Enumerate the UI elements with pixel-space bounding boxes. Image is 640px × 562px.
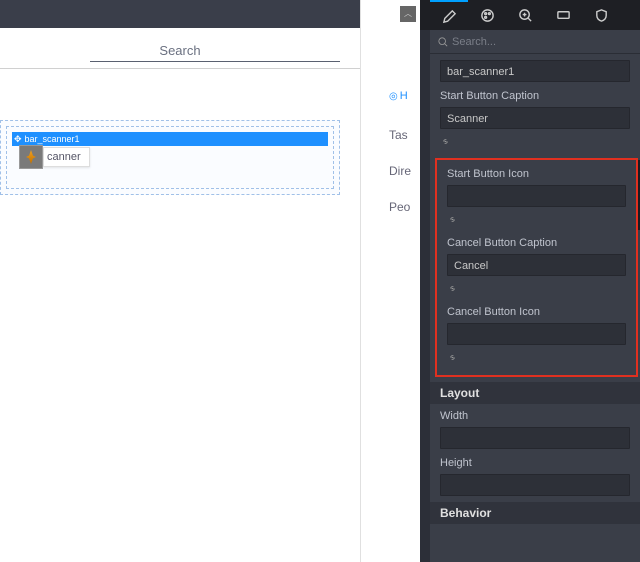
link-row[interactable] <box>437 347 636 369</box>
start-caption-label: Start Button Caption <box>440 90 630 102</box>
collapse-icon[interactable]: ︿ <box>400 6 416 22</box>
shield-icon <box>594 8 609 23</box>
section-behavior[interactable]: Behavior <box>430 502 640 524</box>
tab-add[interactable] <box>506 0 544 30</box>
canvas-inner: ✥ bar_scanner1 canner <box>6 126 334 189</box>
link-icon <box>447 214 458 225</box>
search-underline <box>90 61 340 62</box>
start-icon-label: Start Button Icon <box>447 168 626 180</box>
highlighted-group: Start Button Icon Cancel Button Caption … <box>435 158 638 377</box>
panel-strip <box>420 0 430 562</box>
height-label: Height <box>440 457 630 469</box>
section-layout[interactable]: Layout <box>430 382 640 404</box>
cancel-icon-input[interactable] <box>447 323 626 345</box>
tab-style[interactable] <box>468 0 506 30</box>
link-row[interactable] <box>437 209 636 231</box>
link-icon <box>447 283 458 294</box>
palette-icon <box>480 8 495 23</box>
search-icon <box>438 37 448 47</box>
tab-shield[interactable] <box>582 0 620 30</box>
tab-spacer <box>420 0 430 30</box>
target-icon: ◎ <box>389 91 398 102</box>
selection-header[interactable]: ✥ bar_scanner1 <box>12 132 328 146</box>
widget-caption: canner <box>43 147 90 167</box>
selection-id: bar_scanner1 <box>25 134 80 144</box>
panel-tabs <box>420 0 640 30</box>
top-dark-band <box>0 0 360 28</box>
tab-device[interactable] <box>544 0 582 30</box>
move-icon[interactable]: ✥ <box>14 132 22 146</box>
stub-text[interactable]: Tas <box>389 128 408 142</box>
home-link[interactable]: ◎H <box>389 90 408 102</box>
start-icon-input[interactable] <box>447 185 626 207</box>
stub-text[interactable]: Dire <box>389 164 411 178</box>
search-placeholder: Search... <box>452 36 496 48</box>
stub-text[interactable]: Peo <box>389 200 410 214</box>
design-canvas[interactable]: ✥ bar_scanner1 canner <box>0 120 340 195</box>
cancel-icon-label: Cancel Button Icon <box>447 306 626 318</box>
start-caption-input[interactable]: Scanner <box>440 107 630 129</box>
link-icon <box>440 136 451 147</box>
panel-search[interactable]: Search... <box>430 30 640 54</box>
barcode-scanner-widget[interactable]: canner <box>19 145 90 169</box>
search-plus-icon <box>518 8 533 23</box>
divider <box>0 68 360 69</box>
cancel-caption-input[interactable]: Cancel <box>447 254 626 276</box>
name-input[interactable]: bar_scanner1 <box>440 60 630 82</box>
device-icon <box>556 8 571 23</box>
search-label: Search <box>159 43 200 58</box>
link-row[interactable] <box>437 278 636 300</box>
cancel-caption-label: Cancel Button Caption <box>447 237 626 249</box>
link-row[interactable] <box>430 131 640 153</box>
width-input[interactable] <box>440 427 630 449</box>
tab-properties[interactable] <box>430 0 468 30</box>
barcode-icon <box>19 145 43 169</box>
search-area[interactable]: Search <box>0 28 360 68</box>
height-input[interactable] <box>440 474 630 496</box>
pencil-icon <box>442 9 457 24</box>
width-label: Width <box>440 410 630 422</box>
link-icon <box>447 352 458 363</box>
middle-column: ︿ ◎H Tas Dire Peo <box>360 0 420 562</box>
